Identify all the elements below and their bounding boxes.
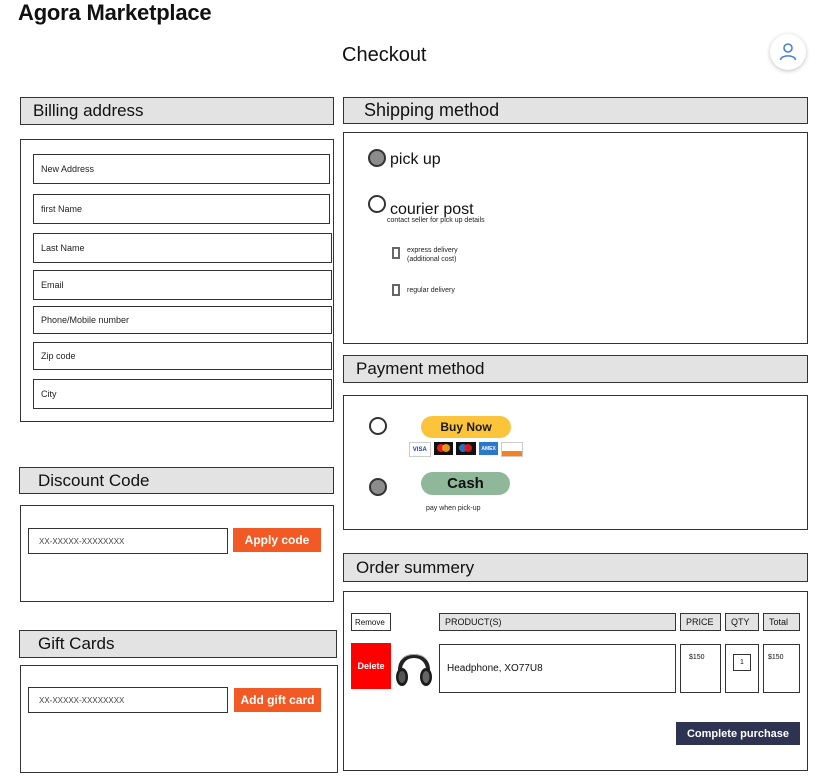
zip-code-placeholder: Zip code: [41, 351, 76, 361]
express-delivery-line1: express delivery: [407, 247, 458, 254]
card-logos: VISA AMEX: [409, 442, 523, 457]
discount-code-input[interactable]: XX-XXXXX-XXXXXXXX: [28, 528, 228, 554]
product-image: [393, 641, 435, 691]
cash-note: pay when pick-up: [426, 505, 481, 512]
amex-card-icon: AMEX: [478, 442, 499, 455]
gift-card-placeholder: XX-XXXXX-XXXXXXXX: [39, 695, 125, 705]
visa-card-icon: VISA: [409, 442, 431, 457]
complete-purchase-button[interactable]: Complete purchase: [676, 722, 800, 745]
order-summary-header: Order summery: [343, 553, 808, 582]
product-name-cell: Headphone, XO77U8: [439, 644, 676, 693]
payment-method-title: Payment method: [356, 359, 485, 378]
user-icon: [779, 43, 797, 61]
email-field[interactable]: Email: [33, 270, 332, 300]
qty-input[interactable]: 1: [733, 654, 751, 671]
discount-code-panel: XX-XXXXX-XXXXXXXX Apply code: [20, 505, 334, 602]
total-cell: $150: [763, 644, 800, 693]
remove-column-header: Remove: [351, 613, 391, 631]
courier-note: contact seller for pick up details: [387, 217, 485, 224]
buy-now-radio[interactable]: [369, 417, 387, 435]
express-delivery-label: express delivery (additional cost): [407, 246, 458, 264]
last-name-field[interactable]: Last Name: [33, 233, 332, 263]
gift-cards-title: Gift Cards: [38, 634, 115, 653]
discover-card-icon: [501, 442, 523, 457]
billing-address-title: Billing address: [33, 101, 144, 120]
apply-code-button[interactable]: Apply code: [233, 528, 321, 552]
courier-post-radio[interactable]: [368, 195, 386, 213]
zip-code-field[interactable]: Zip code: [33, 342, 332, 370]
order-summary-title: Order summery: [356, 557, 475, 577]
new-address-placeholder: New Address: [41, 164, 95, 174]
new-address-field[interactable]: New Address: [33, 154, 330, 184]
payment-method-panel: Buy Now VISA AMEX Cash pay when pick-up: [343, 395, 808, 530]
express-delivery-checkbox[interactable]: [392, 247, 400, 259]
shipping-method-title: Shipping method: [364, 100, 500, 120]
add-gift-card-button[interactable]: Add gift card: [234, 688, 321, 712]
total-column-header: Total: [763, 613, 800, 631]
city-placeholder: City: [41, 389, 57, 399]
products-column-header: PRODUCT(S): [439, 613, 676, 631]
qty-cell: 1: [725, 644, 759, 693]
city-field[interactable]: City: [33, 379, 332, 409]
phone-placeholder: Phone/Mobile number: [41, 315, 130, 325]
last-name-placeholder: Last Name: [41, 243, 85, 253]
discount-code-placeholder: XX-XXXXX-XXXXXXXX: [39, 536, 125, 546]
qty-column-header: QTY: [725, 613, 759, 631]
billing-address-header: Billing address: [20, 97, 334, 125]
discount-code-title: Discount Code: [38, 470, 150, 490]
gift-cards-header: Gift Cards: [19, 630, 337, 658]
pickup-radio[interactable]: [368, 149, 386, 167]
gift-cards-panel: XX-XXXXX-XXXXXXXX Add gift card: [20, 665, 338, 773]
maestro-card-icon: [456, 442, 476, 455]
buy-now-button[interactable]: Buy Now: [421, 416, 511, 438]
price-cell: $150: [680, 644, 721, 693]
shipping-method-header: Shipping method: [343, 97, 808, 124]
email-placeholder: Email: [41, 280, 64, 290]
shipping-method-panel: pick up courier post contact seller for …: [343, 132, 808, 344]
pickup-label[interactable]: pick up: [390, 151, 441, 169]
mastercard-icon: [433, 442, 454, 455]
payment-method-header: Payment method: [343, 355, 808, 383]
regular-delivery-checkbox[interactable]: [392, 284, 400, 296]
price-column-header: PRICE: [680, 613, 721, 631]
gift-card-input[interactable]: XX-XXXXX-XXXXXXXX: [28, 687, 228, 713]
billing-address-panel: New Address first Name Last Name Email P…: [20, 139, 334, 422]
user-avatar-button[interactable]: [770, 34, 806, 70]
delete-button[interactable]: Delete: [351, 643, 391, 689]
order-summary-panel: Remove PRODUCT(S) PRICE QTY Total Delete…: [343, 591, 808, 771]
cash-button[interactable]: Cash: [421, 472, 510, 495]
express-delivery-line2: (additional cost): [407, 256, 457, 263]
discount-code-header: Discount Code: [19, 467, 334, 494]
first-name-placeholder: first Name: [41, 204, 83, 214]
page-title: Checkout: [342, 44, 427, 66]
app-title: Agora Marketplace: [18, 0, 212, 25]
regular-delivery-label: regular delivery: [407, 287, 455, 294]
phone-field[interactable]: Phone/Mobile number: [33, 306, 332, 334]
first-name-field[interactable]: first Name: [33, 194, 330, 224]
cash-radio[interactable]: [369, 478, 387, 496]
headphones-icon: [396, 654, 432, 686]
